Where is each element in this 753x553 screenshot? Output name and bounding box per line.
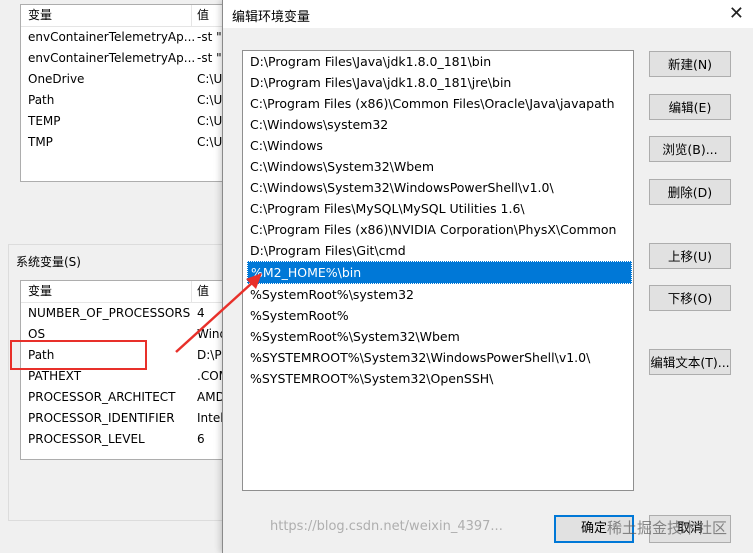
path-entry[interactable]: C:\Windows\System32\WindowsPowerShell\v1… — [243, 177, 633, 198]
variable-value: C:\U — [197, 93, 223, 107]
variable-name: NUMBER_OF_PROCESSORS — [28, 306, 191, 320]
variable-name: PROCESSOR_ARCHITECT — [28, 390, 176, 404]
edit-env-var-dialog: 编辑环境变量 ✕ D:\Program Files\Java\jdk1.8.0_… — [222, 0, 753, 553]
variable-name: OneDrive — [28, 72, 85, 86]
system-var-row[interactable]: NUMBER_OF_PROCESSORS 4 — [21, 303, 231, 324]
path-entry[interactable]: C:\Windows\System32\Wbem — [243, 156, 633, 177]
path-entry[interactable]: C:\Windows\system32 — [243, 114, 633, 135]
path-highlight-box — [10, 340, 147, 370]
variable-name: envContainerTelemetryAp... — [28, 51, 196, 65]
path-entries-list[interactable]: D:\Program Files\Java\jdk1.8.0_181\bin D:… — [242, 50, 634, 491]
path-entry[interactable]: %SystemRoot% — [243, 305, 633, 326]
variable-name: Path — [28, 93, 55, 107]
variable-value: C:\U — [197, 72, 223, 86]
user-var-row[interactable]: Path C:\U — [21, 90, 231, 111]
path-entry[interactable]: %SYSTEMROOT%\System32\WindowsPowerShell\… — [243, 347, 633, 368]
move-up-button[interactable]: 上移(U) — [649, 243, 731, 269]
path-entry[interactable]: %SystemRoot%\System32\Wbem — [243, 326, 633, 347]
path-entry[interactable]: %SYSTEMROOT%\System32\OpenSSH\ — [243, 368, 633, 389]
variable-value: C:\U — [197, 114, 223, 128]
watermark: https://blog.csdn.net/weixin_4397... — [270, 519, 503, 534]
variable-name: PROCESSOR_LEVEL — [28, 432, 145, 446]
close-icon[interactable]: ✕ — [729, 3, 744, 24]
dialog-title: 编辑环境变量 — [232, 10, 311, 25]
variable-value: C:\U — [197, 135, 223, 149]
new-button[interactable]: 新建(N) — [649, 51, 731, 77]
user-var-row[interactable]: envContainerTelemetryAp... -st "( — [21, 48, 231, 69]
path-entry[interactable]: %M2_HOME%\bin — [247, 261, 632, 284]
user-var-row[interactable]: TMP C:\U — [21, 132, 231, 153]
path-entry[interactable]: C:\Program Files (x86)\Common Files\Orac… — [243, 93, 633, 114]
delete-button[interactable]: 删除(D) — [649, 179, 731, 205]
path-entry[interactable]: D:\Program Files\Java\jdk1.8.0_181\jre\b… — [243, 72, 633, 93]
watermark-brand: 稀土掘金技术社区 — [607, 519, 728, 537]
variable-value: 6 — [197, 432, 205, 446]
title-bar[interactable]: 编辑环境变量 ✕ — [223, 0, 753, 28]
path-entry[interactable]: C:\Windows — [243, 135, 633, 156]
move-down-button[interactable]: 下移(O) — [649, 285, 731, 311]
variable-name: TEMP — [28, 114, 61, 128]
user-var-row[interactable]: envContainerTelemetryAp... -st "( — [21, 27, 231, 48]
col-value-header[interactable]: 值 — [197, 281, 209, 302]
variable-name: envContainerTelemetryAp... — [28, 30, 196, 44]
col-value-header[interactable]: 值 — [197, 5, 209, 26]
system-vars-header: 变量 值 — [21, 281, 231, 303]
col-variable-header[interactable]: 变量 — [28, 5, 52, 26]
variable-value: AMD — [197, 390, 225, 404]
path-entry[interactable]: C:\Program Files (x86)\NVIDIA Corporatio… — [243, 219, 633, 240]
user-var-row[interactable]: OneDrive C:\U — [21, 69, 231, 90]
env-vars-window: 变量 值 envContainerTelemetryAp... -st "(env… — [0, 0, 242, 553]
edit-button[interactable]: 编辑(E) — [649, 94, 731, 120]
user-vars-list[interactable]: 变量 值 envContainerTelemetryAp... -st "(env… — [20, 4, 232, 182]
path-entry[interactable]: D:\Program Files\Git\cmd — [243, 240, 633, 261]
system-vars-label: 系统变量(S) — [14, 253, 83, 270]
system-vars-list[interactable]: 变量 值 NUMBER_OF_PROCESSORS 4 OS Wind Path D:\P… — [20, 280, 232, 460]
col-variable-header[interactable]: 变量 — [28, 281, 52, 302]
user-var-row[interactable]: TEMP C:\U — [21, 111, 231, 132]
variable-name: TMP — [28, 135, 53, 149]
edit-text-button[interactable]: 编辑文本(T)... — [649, 349, 731, 375]
variable-name: PROCESSOR_IDENTIFIER — [28, 411, 175, 425]
path-entry[interactable]: C:\Program Files\MySQL\MySQL Utilities 1… — [243, 198, 633, 219]
variable-value: 4 — [197, 306, 205, 320]
user-vars-header: 变量 值 — [21, 5, 231, 27]
system-var-row[interactable]: PROCESSOR_IDENTIFIER Intel — [21, 408, 231, 429]
variable-value: Intel — [197, 411, 224, 425]
system-var-row[interactable]: PROCESSOR_ARCHITECT AMD — [21, 387, 231, 408]
system-var-row[interactable]: PROCESSOR_LEVEL 6 — [21, 429, 231, 450]
path-entry[interactable]: D:\Program Files\Java\jdk1.8.0_181\bin — [243, 51, 633, 72]
path-entry[interactable]: %SystemRoot%\system32 — [243, 284, 633, 305]
browse-button[interactable]: 浏览(B)... — [649, 136, 731, 162]
